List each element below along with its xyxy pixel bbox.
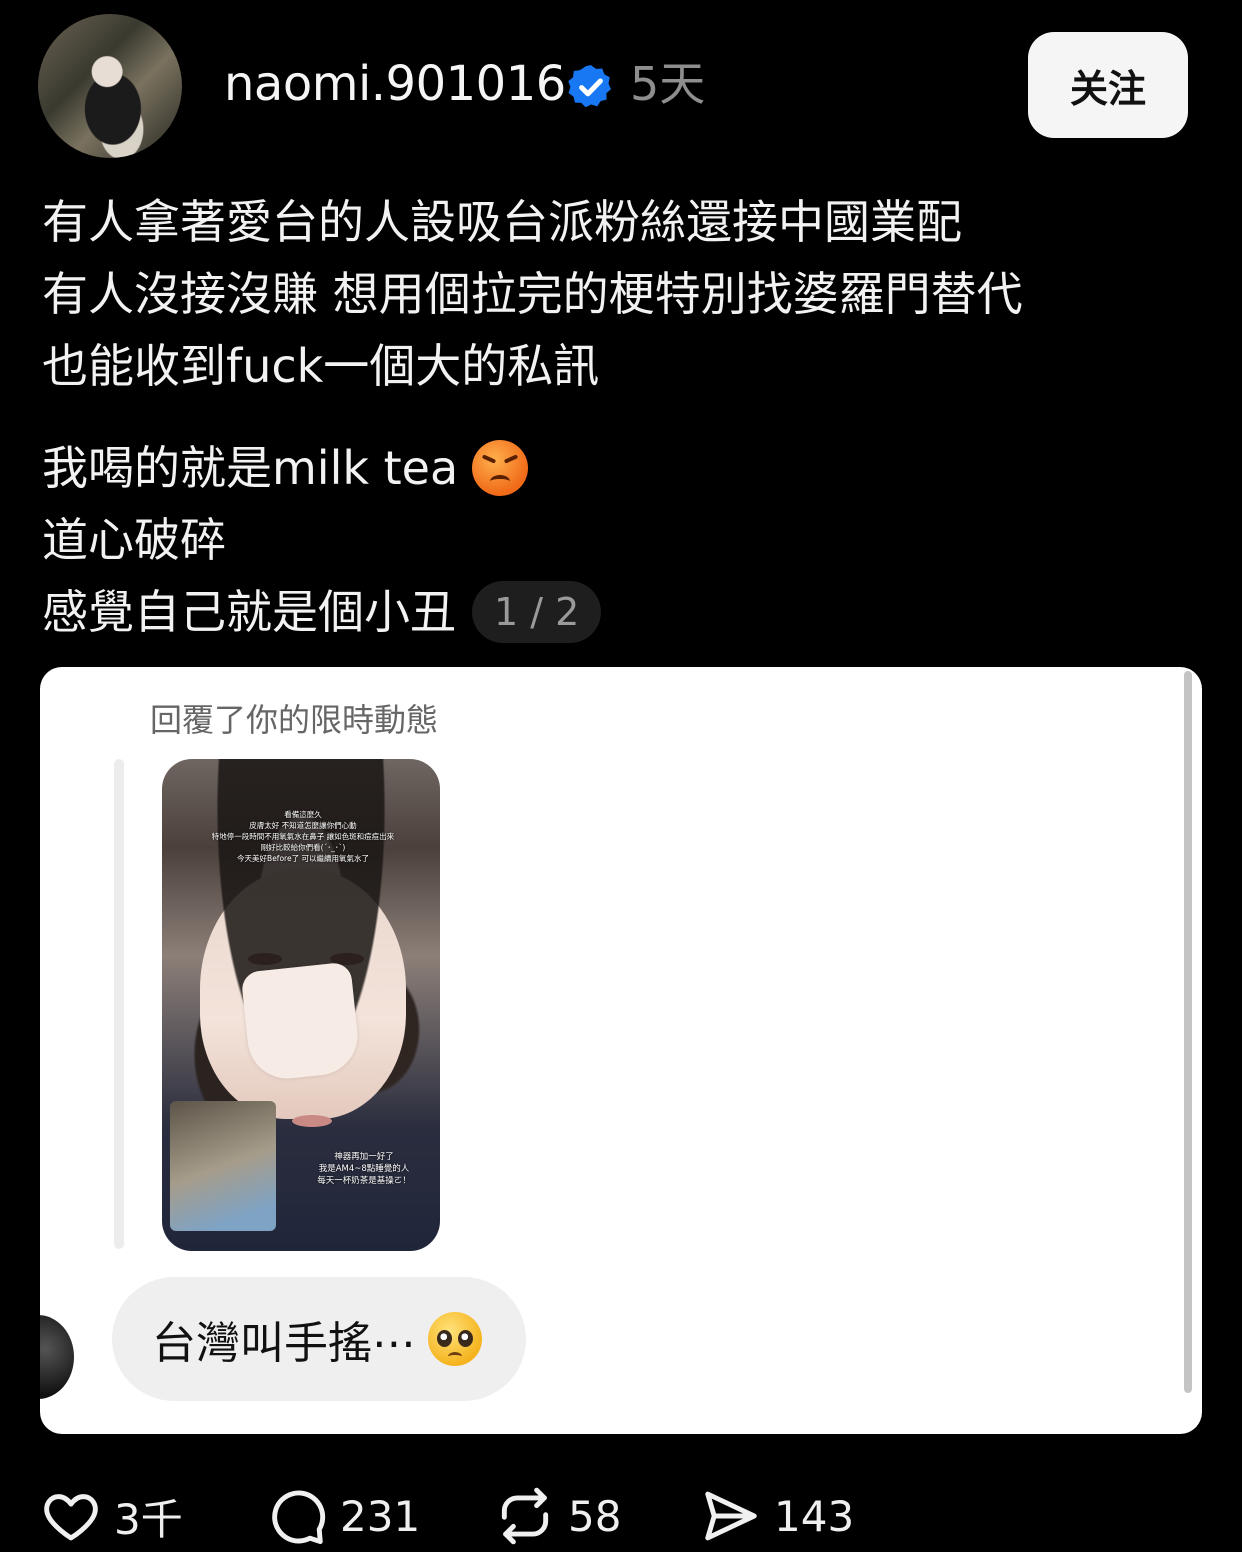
post-line: 有人拿著愛台的人設吸台派粉絲還接中國業配 (42, 195, 962, 249)
like-count: 3千 (114, 1494, 183, 1544)
post-line: 道心破碎 (42, 513, 226, 567)
author-avatar[interactable] (38, 14, 182, 158)
post-line-wrap: 我喝的就是milk tea (42, 432, 1202, 504)
story-caption-line: 神器再加一好了 (334, 1152, 394, 1162)
send-icon (705, 1491, 757, 1541)
story-caption-line: 剛好比較給你們看(´･_･`) (260, 843, 346, 852)
post-body: 有人拿著愛台的人設吸台派粉絲還接中國業配 有人沒接沒賺 想用個拉完的梗特別找婆羅… (42, 186, 1202, 648)
message-text: 台灣叫手搖⋯ (152, 1318, 416, 1369)
post-line-wrap: 感覺自己就是個小丑 1 / 2 (42, 576, 1202, 648)
like-button[interactable]: 3千 (40, 1486, 183, 1546)
follow-button[interactable]: 关注 (1028, 32, 1188, 138)
story-caption-line: 今天美好Before了 可以繼續用氧氣水了 (237, 854, 369, 863)
scrollbar[interactable] (1184, 671, 1192, 1393)
attached-screenshot[interactable]: 回覆了你的限時動態 看備這麼久 皮膚太好 不知道怎麼讓你們心動 特地停一段時間不… (40, 667, 1202, 1434)
story-caption-line: 特地停一段時間不用氧氣水在鼻子 讓如色斑和痘痘出來 (211, 832, 395, 841)
quote-bar (114, 759, 124, 1249)
post-line: 感覺自己就是個小丑 (42, 585, 456, 639)
heart-icon (44, 1494, 98, 1541)
story-caption-top: 看備這麼久 皮膚太好 不知道怎麼讓你們心動 特地停一段時間不用氧氣水在鼻子 讓如… (168, 809, 438, 864)
sender-avatar (40, 1315, 74, 1399)
reply-label: 回覆了你的限時動態 (150, 701, 439, 739)
post-line: 也能收到fuck一個大的私訊 (42, 339, 600, 393)
share-button[interactable]: 143 (700, 1486, 854, 1546)
story-caption-bottom: 神器再加一好了 我是AM4~8點睡覺的人 每天一杯奶茶是基操ㄛ！ (292, 1151, 436, 1187)
angry-face-icon (472, 439, 529, 496)
pleading-face-icon (428, 1312, 482, 1366)
post-line: 我喝的就是milk tea (42, 441, 459, 495)
story-lips (292, 1115, 332, 1127)
image-page-counter: 1 / 2 (472, 580, 602, 643)
verified-badge-icon (568, 65, 611, 108)
story-caption-line: 皮膚太好 不知道怎麼讓你們心動 (249, 821, 357, 830)
repost-count: 58 (568, 1491, 622, 1541)
story-caption-line: 每天一杯奶茶是基操ㄛ！ (317, 1176, 411, 1186)
message-bubble: 台灣叫手搖⋯ (112, 1277, 526, 1401)
action-bar: 3千 231 58 143 (40, 1486, 1200, 1546)
story-thumbnail: 看備這麼久 皮膚太好 不知道怎麼讓你們心動 特地停一段時間不用氧氣水在鼻子 讓如… (162, 759, 440, 1251)
repost-button[interactable]: 58 (494, 1486, 621, 1546)
comment-count: 231 (340, 1491, 421, 1541)
share-count: 143 (774, 1491, 855, 1541)
post-time: 5天 (630, 57, 706, 111)
comment-button[interactable]: 231 (266, 1486, 420, 1546)
story-caption-line: 看備這麼久 (284, 810, 322, 819)
author-username[interactable]: naomi.901016 (224, 52, 566, 116)
story-caption-line: 我是AM4~8點睡覺的人 (318, 1164, 410, 1174)
post-line: 有人沒接沒賺 想用個拉完的梗特別找婆羅門替代 (42, 267, 1023, 321)
story-eye (248, 953, 282, 965)
story-inset-photo (170, 1101, 276, 1231)
nose-patch (240, 961, 362, 1083)
repost-icon (501, 1487, 549, 1545)
comment-icon (272, 1490, 326, 1545)
